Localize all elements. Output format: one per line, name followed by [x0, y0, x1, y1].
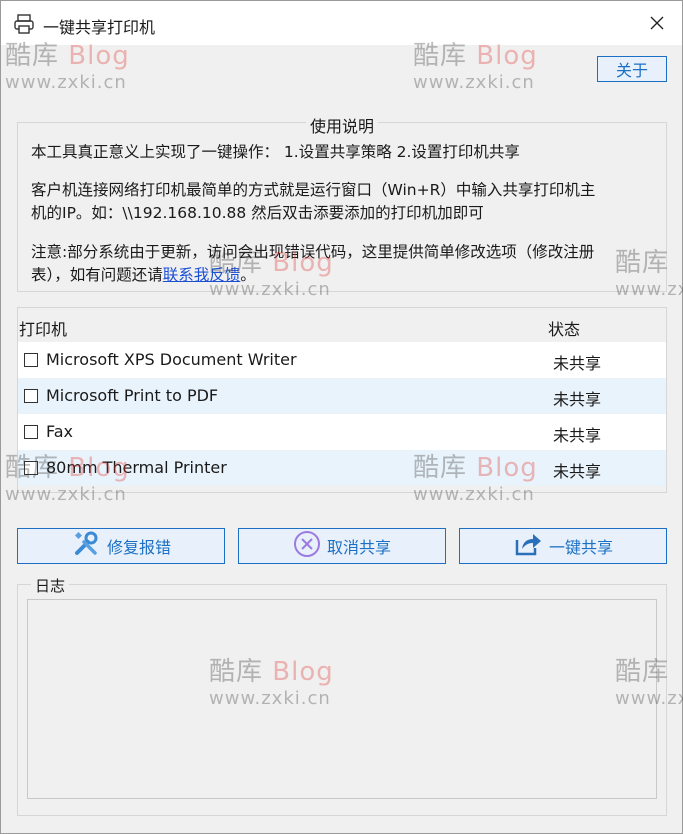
printer-icon — [13, 13, 35, 35]
printer-name: Microsoft XPS Document Writer — [46, 350, 297, 369]
printer-name: 80mm Thermal Printer — [46, 458, 227, 477]
cancel-circle-icon — [293, 530, 321, 562]
instructions-line-3b: 表），如有问题还请联系我反馈。 — [31, 264, 256, 286]
column-header-status: 状态 — [548, 320, 581, 339]
instructions-line-2b: 机的IP。如：\\192.168.10.88 然后双击添要添加的打印机加即可 — [31, 204, 484, 222]
printer-checkbox[interactable] — [24, 389, 38, 403]
window-title: 一键共享打印机 — [43, 18, 156, 37]
instructions-legend: 使用说明 — [306, 113, 379, 137]
wrench-icon — [71, 529, 101, 563]
main-window: 一键共享打印机 关于 使用说明 本工具真正意义上实现了一键操作： 1.设置共享策… — [0, 0, 683, 834]
printer-row[interactable]: Microsoft XPS Document Writer 未共享 — [18, 342, 666, 378]
close-icon — [650, 15, 664, 34]
printer-status: 未共享 — [553, 426, 602, 445]
repair-button-label: 修复报错 — [106, 538, 171, 557]
printer-name: Microsoft Print to PDF — [46, 386, 219, 405]
about-button[interactable]: 关于 — [597, 56, 667, 82]
repair-button[interactable]: 修复报错 — [17, 528, 225, 564]
printer-row[interactable]: 80mm Thermal Printer 未共享 — [18, 450, 666, 486]
printer-checkbox[interactable] — [24, 353, 38, 367]
printer-status: 未共享 — [553, 354, 602, 373]
printer-row[interactable]: Fax 未共享 — [18, 414, 666, 450]
printer-status: 未共享 — [553, 462, 602, 481]
share-icon — [513, 530, 543, 562]
printer-checkbox[interactable] — [24, 461, 38, 475]
printer-name: Fax — [46, 422, 74, 441]
column-header-printer: 打印机 — [19, 320, 68, 339]
title-bar: 一键共享打印机 — [1, 1, 682, 45]
instructions-line-3b-suffix: 。 — [240, 266, 256, 284]
feedback-link[interactable]: 联系我反馈 — [163, 266, 241, 284]
printer-checkbox[interactable] — [24, 425, 38, 439]
cancel-share-button-label: 取消共享 — [326, 538, 391, 557]
instructions-line-2a: 客户机连接网络打印机最简单的方式就是运行窗口（Win+R）中输入共享打印机主 — [31, 181, 596, 199]
instructions-line-3a: 注意:部分系统由于更新，访问会出现错误代码，这里提供简单修改选项（修改注册 — [31, 243, 595, 261]
printer-status: 未共享 — [553, 390, 602, 409]
instructions-line-1: 本工具真正意义上实现了一键操作： 1.设置共享策略 2.设置打印机共享 — [31, 143, 520, 161]
log-textarea[interactable] — [27, 599, 657, 799]
one-click-share-button-label: 一键共享 — [548, 538, 613, 557]
log-legend: 日志 — [31, 575, 70, 596]
one-click-share-button[interactable]: 一键共享 — [459, 528, 667, 564]
instructions-line-3b-prefix: 表），如有问题还请 — [31, 266, 163, 284]
cancel-share-button[interactable]: 取消共享 — [238, 528, 446, 564]
close-button[interactable] — [641, 9, 673, 39]
printer-row[interactable]: Microsoft Print to PDF 未共享 — [18, 378, 666, 414]
